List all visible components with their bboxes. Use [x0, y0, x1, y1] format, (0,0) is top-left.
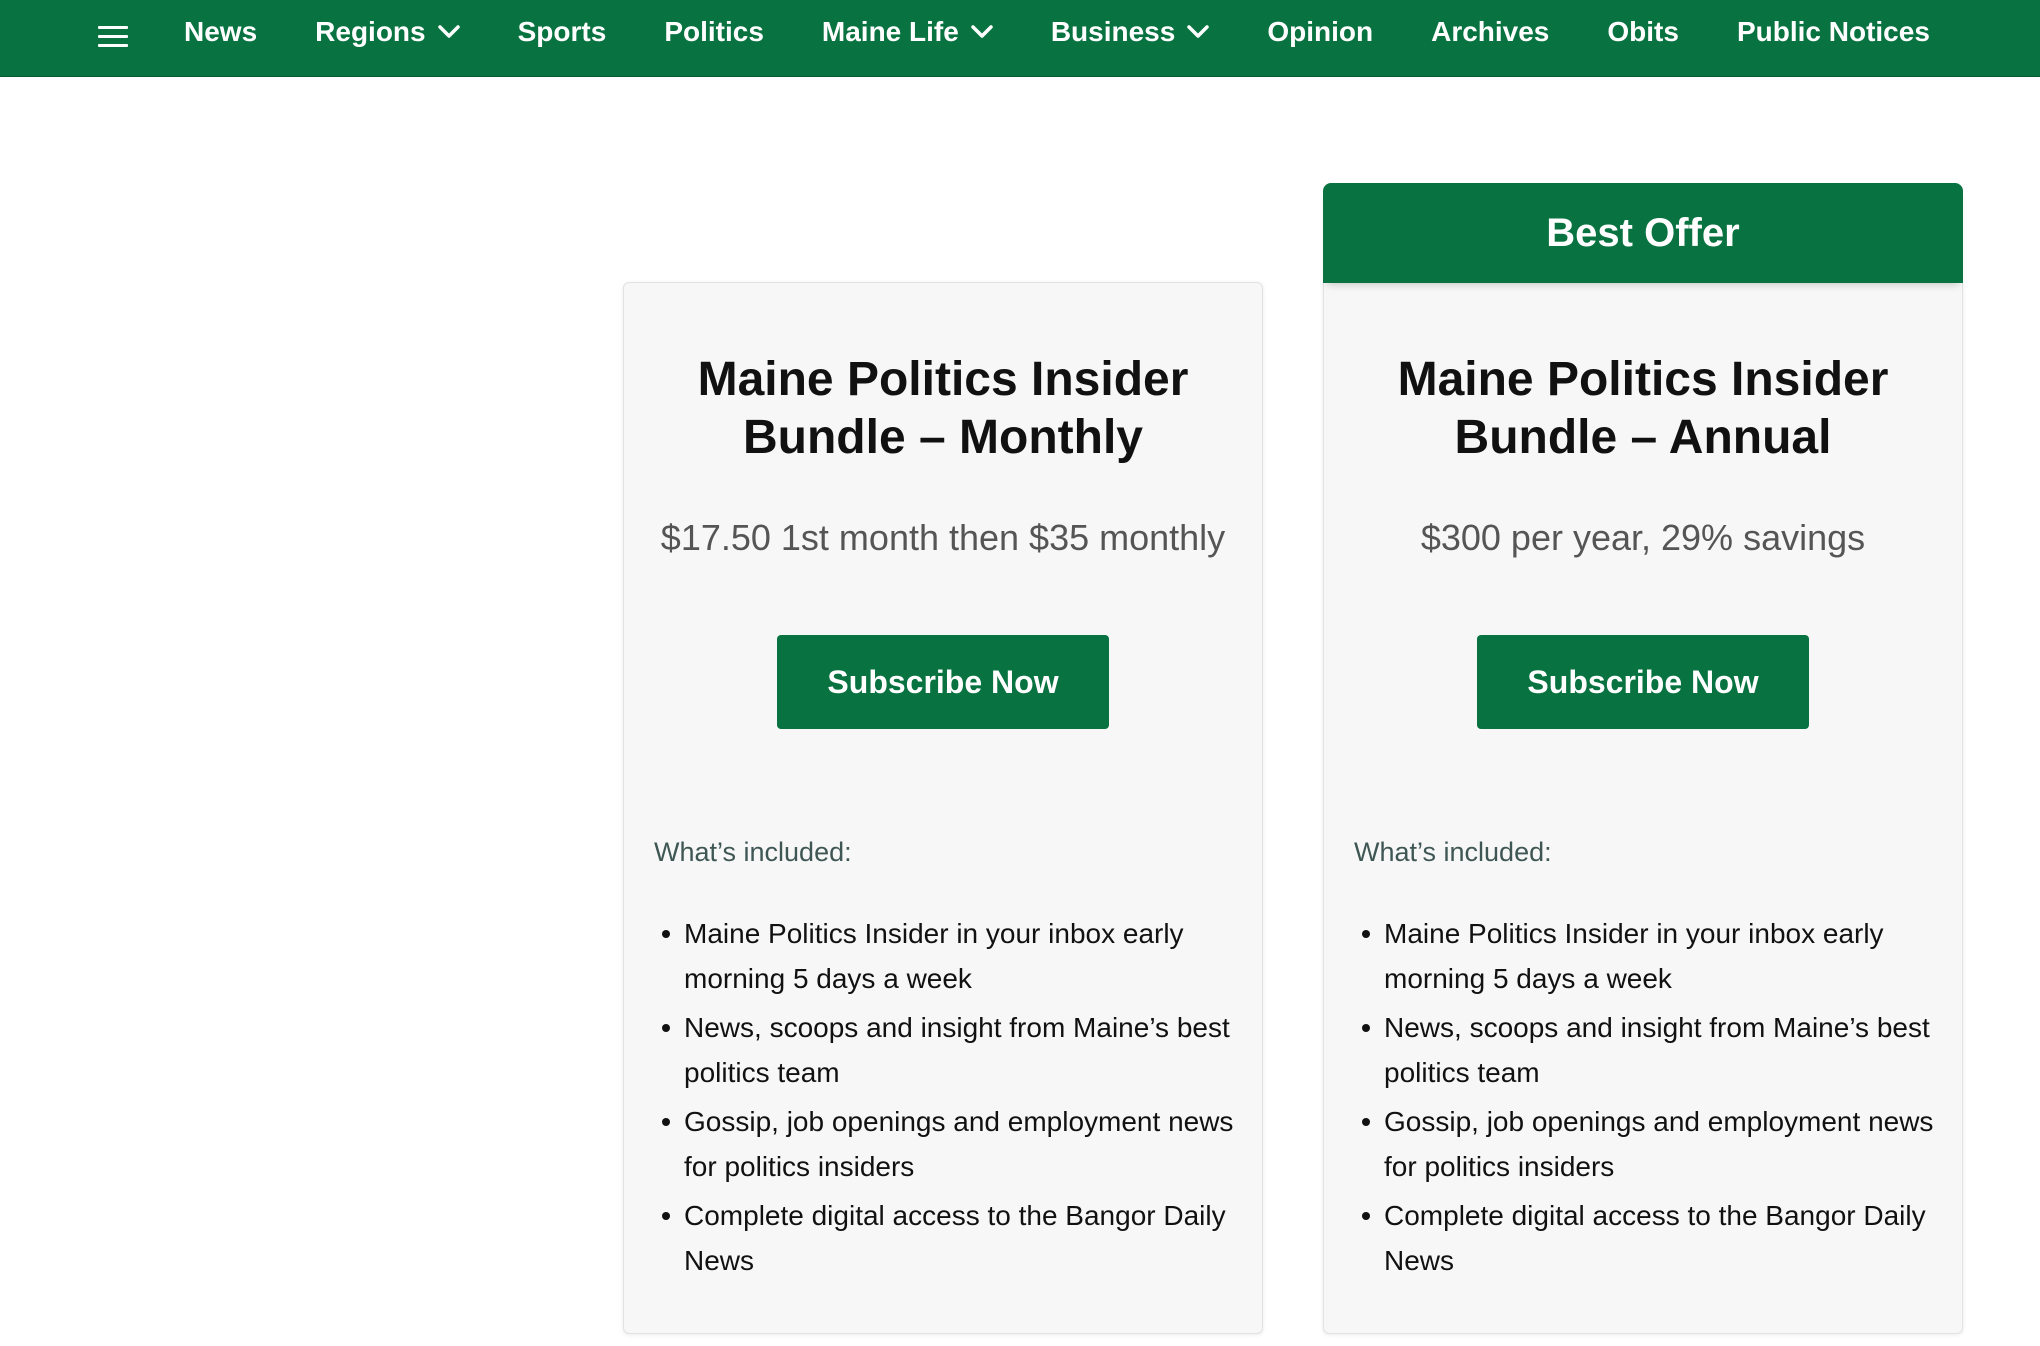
nav-item-label: News [184, 16, 258, 47]
chevron-down-icon [437, 25, 460, 38]
chevron-down-icon [971, 25, 993, 38]
subscribe-now-button[interactable]: Subscribe Now [1477, 635, 1809, 729]
chevron-down-icon [1187, 25, 1210, 38]
list-item: News, scoops and insight from Maine’s be… [654, 1005, 1244, 1095]
nav-item-public-notices[interactable]: Public Notices [1737, 16, 1930, 48]
plan-title-line2: Bundle – Monthly [743, 411, 1143, 464]
hamburger-menu-icon[interactable] [92, 18, 134, 54]
nav-item-label: Sports [517, 16, 607, 47]
plan-title-line1: Maine Politics Insider [1397, 353, 1889, 406]
list-item: Complete digital access to the Bangor Da… [654, 1193, 1244, 1283]
feature-list: Maine Politics Insider in your inbox ear… [1354, 911, 1944, 1287]
nav-item-label: Public Notices [1736, 16, 1930, 47]
feature-list: Maine Politics Insider in your inbox ear… [654, 911, 1244, 1287]
nav-item-obits[interactable]: Obits [1607, 16, 1679, 48]
nav-item-sports[interactable]: Sports [518, 16, 607, 48]
nav-item-label: Regions [315, 16, 426, 47]
top-navigation-bar: News Regions Sports Politics Maine Life … [0, 0, 2040, 77]
nav-item-opinion[interactable]: Opinion [1267, 16, 1373, 48]
nav-item-label: Business [1050, 16, 1176, 47]
nav-item-label: Politics [664, 16, 764, 47]
plan-price: $17.50 1st month then $35 monthly [660, 517, 1226, 558]
nav-item-news[interactable]: News [184, 16, 257, 48]
list-item: Maine Politics Insider in your inbox ear… [1354, 911, 1944, 1001]
nav-item-maine-life[interactable]: Maine Life [822, 16, 993, 48]
nav-list: News Regions Sports Politics Maine Life … [184, 0, 1988, 64]
nav-item-archives[interactable]: Archives [1431, 16, 1549, 48]
plan-card-annual: Maine Politics Insider Bundle – Annual $… [1323, 282, 1963, 1334]
subscribe-now-button[interactable]: Subscribe Now [777, 635, 1109, 729]
list-item: News, scoops and insight from Maine’s be… [1354, 1005, 1944, 1095]
whats-included-heading: What’s included: [654, 837, 852, 867]
nav-item-business[interactable]: Business [1051, 16, 1210, 48]
nav-item-label: Maine Life [821, 16, 959, 47]
plan-price: $300 per year, 29% savings [1420, 517, 1866, 558]
plan-title-line1: Maine Politics Insider [697, 353, 1189, 406]
plan-title-line2: Bundle – Annual [1454, 411, 1832, 464]
list-item: Complete digital access to the Bangor Da… [1354, 1193, 1944, 1283]
whats-included-heading: What’s included: [1354, 837, 1552, 867]
nav-item-label: Archives [1431, 16, 1550, 47]
nav-item-politics[interactable]: Politics [664, 16, 764, 48]
nav-item-label: Obits [1607, 16, 1679, 47]
plan-title: Maine Politics Insider Bundle – Annual [1324, 351, 1962, 467]
nav-item-label: Opinion [1267, 16, 1374, 47]
list-item: Gossip, job openings and employment news… [1354, 1099, 1944, 1189]
plan-title: Maine Politics Insider Bundle – Monthly [624, 351, 1262, 467]
plan-card-monthly: Maine Politics Insider Bundle – Monthly … [623, 282, 1263, 1334]
list-item: Maine Politics Insider in your inbox ear… [654, 911, 1244, 1001]
list-item: Gossip, job openings and employment news… [654, 1099, 1244, 1189]
nav-item-regions[interactable]: Regions [315, 16, 460, 48]
best-offer-badge: Best Offer [1323, 183, 1963, 283]
